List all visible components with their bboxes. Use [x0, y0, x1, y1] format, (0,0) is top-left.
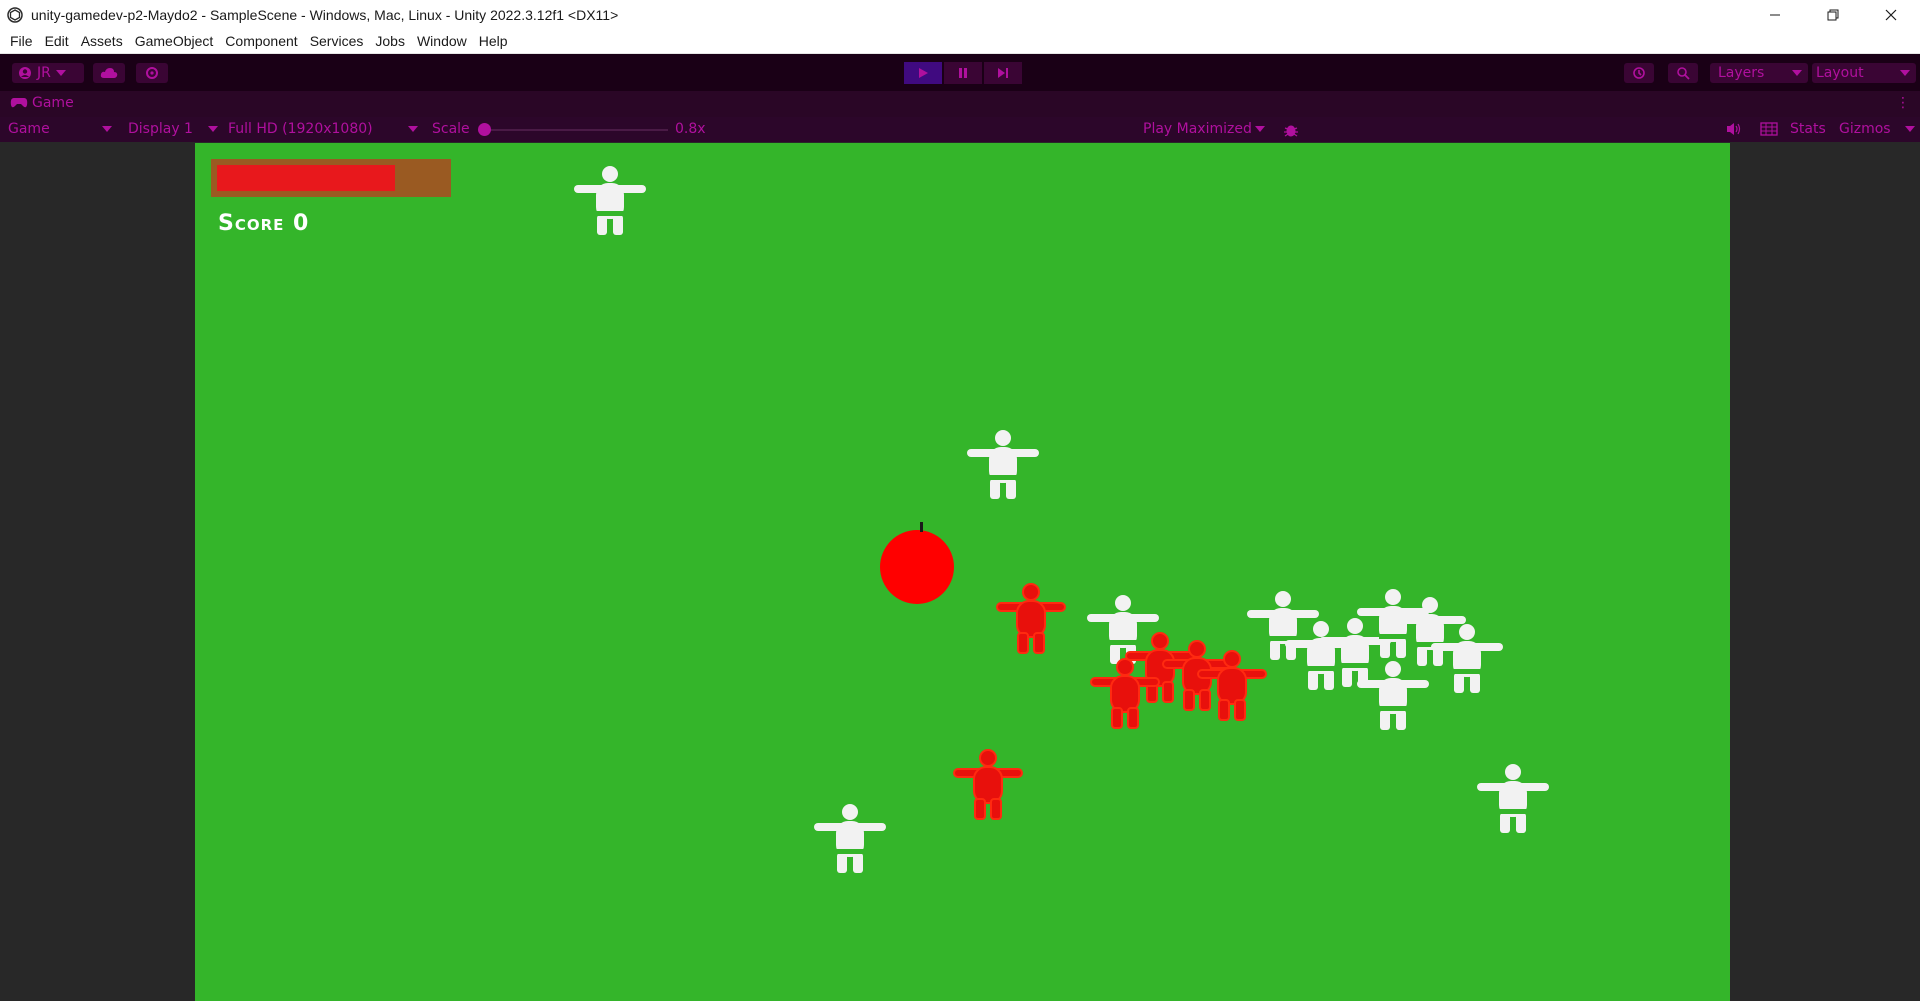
view-mode-label: Game [8, 121, 50, 137]
grid-icon[interactable] [1760, 122, 1778, 136]
enemy-figure [574, 166, 646, 235]
scale-slider-handle[interactable] [478, 123, 491, 136]
minimize-icon [1770, 14, 1780, 15]
menu-assets[interactable]: Assets [75, 33, 129, 49]
window-controls [1746, 0, 1920, 29]
menu-gameobject[interactable]: GameObject [129, 33, 220, 49]
account-label: JR [37, 65, 51, 81]
restore-button[interactable] [1804, 0, 1862, 29]
scale-slider-track[interactable] [488, 129, 668, 131]
player-ball [880, 530, 954, 604]
enemy-figure-attacked [996, 583, 1066, 654]
step-button[interactable] [984, 62, 1022, 84]
enemy-figure [967, 430, 1039, 499]
menu-services[interactable]: Services [304, 33, 370, 49]
menu-window[interactable]: Window [411, 33, 473, 49]
undo-history-button[interactable] [1624, 63, 1654, 83]
chevron-down-icon [55, 70, 66, 76]
account-icon [19, 67, 31, 79]
speaker-icon[interactable] [1726, 122, 1742, 136]
layout-dropdown[interactable]: Layout [1812, 63, 1916, 83]
game-view-controls: Game Display 1 Full HD (1920x1080) Scale… [0, 117, 1920, 142]
minimize-button[interactable] [1746, 0, 1804, 29]
restore-icon [1827, 9, 1839, 20]
history-icon [1633, 67, 1645, 79]
pause-button[interactable] [944, 62, 982, 84]
chevron-down-icon [102, 126, 112, 132]
play-mode-label: Play Maximized [1143, 121, 1252, 137]
enemy-figure-attacked [1197, 650, 1267, 721]
enemy-figure-attacked [1090, 658, 1160, 729]
menu-file[interactable]: File [4, 33, 39, 49]
editor-tab-row: Game ⋮ [0, 91, 1920, 117]
resolution-label: Full HD (1920x1080) [228, 121, 373, 137]
unity-icon [7, 6, 23, 23]
game-viewport[interactable]: Score 0 [195, 143, 1730, 1001]
chevron-down-icon [1792, 70, 1802, 76]
tab-game[interactable]: Game [10, 95, 74, 111]
close-icon [1885, 9, 1897, 20]
layers-label: Layers [1718, 65, 1765, 81]
view-mode-dropdown[interactable]: Game [8, 121, 112, 137]
enemy-figure [1357, 661, 1429, 730]
enemy-figure [814, 804, 886, 873]
enemy-figure-attacked [953, 749, 1023, 820]
window-title: unity-gamedev-p2-Maydo2 - SampleScene - … [31, 6, 619, 23]
stats-button[interactable]: Stats [1790, 121, 1826, 137]
menu-edit[interactable]: Edit [39, 33, 75, 49]
menu-jobs[interactable]: Jobs [369, 33, 411, 49]
health-bar-fill [217, 165, 395, 191]
chevron-down-icon [408, 126, 418, 132]
chevron-down-icon [1905, 126, 1915, 132]
menu-bar: File Edit Assets GameObject Component Se… [0, 29, 1920, 54]
enemy-figure [1477, 764, 1549, 833]
menu-help[interactable]: Help [473, 33, 514, 49]
step-icon [998, 68, 1008, 78]
gear-icon [146, 67, 158, 79]
play-mode-dropdown[interactable]: Play Maximized [1143, 121, 1265, 137]
gizmos-label: Gizmos [1839, 121, 1891, 137]
close-button[interactable] [1862, 0, 1920, 29]
chevron-down-icon [1900, 70, 1910, 76]
collab-button[interactable] [136, 63, 168, 83]
play-controls [904, 62, 1022, 84]
cloud-icon [100, 68, 118, 78]
main-toolbar: JR Layers Layout [0, 54, 1920, 91]
layers-dropdown[interactable]: Layers [1710, 63, 1808, 83]
enemy-figure [1431, 624, 1503, 693]
tab-game-label: Game [32, 95, 74, 111]
play-icon [919, 68, 928, 78]
window-title-bar: unity-gamedev-p2-Maydo2 - SampleScene - … [0, 0, 1920, 29]
display-label: Display 1 [128, 121, 193, 137]
layout-label: Layout [1816, 65, 1864, 81]
chevron-down-icon [208, 126, 218, 132]
search-icon [1677, 67, 1690, 80]
resolution-dropdown[interactable]: Full HD (1920x1080) [228, 121, 418, 137]
gamepad-icon [10, 98, 28, 108]
pause-icon [959, 68, 967, 78]
display-dropdown[interactable]: Display 1 [128, 121, 218, 137]
scale-value: 0.8x [675, 121, 706, 137]
more-options-icon[interactable]: ⋮ [1896, 95, 1910, 111]
gizmos-dropdown[interactable]: Gizmos [1839, 121, 1915, 137]
account-dropdown[interactable]: JR [12, 63, 84, 83]
play-button[interactable] [904, 62, 942, 84]
player-direction-marker [920, 522, 923, 532]
chevron-down-icon [1254, 126, 1265, 132]
scale-label: Scale [432, 121, 470, 137]
score-label: Score 0 [218, 211, 310, 236]
bug-icon[interactable] [1283, 122, 1299, 138]
cloud-button[interactable] [93, 63, 125, 83]
menu-component[interactable]: Component [219, 33, 303, 49]
search-button[interactable] [1668, 63, 1698, 83]
